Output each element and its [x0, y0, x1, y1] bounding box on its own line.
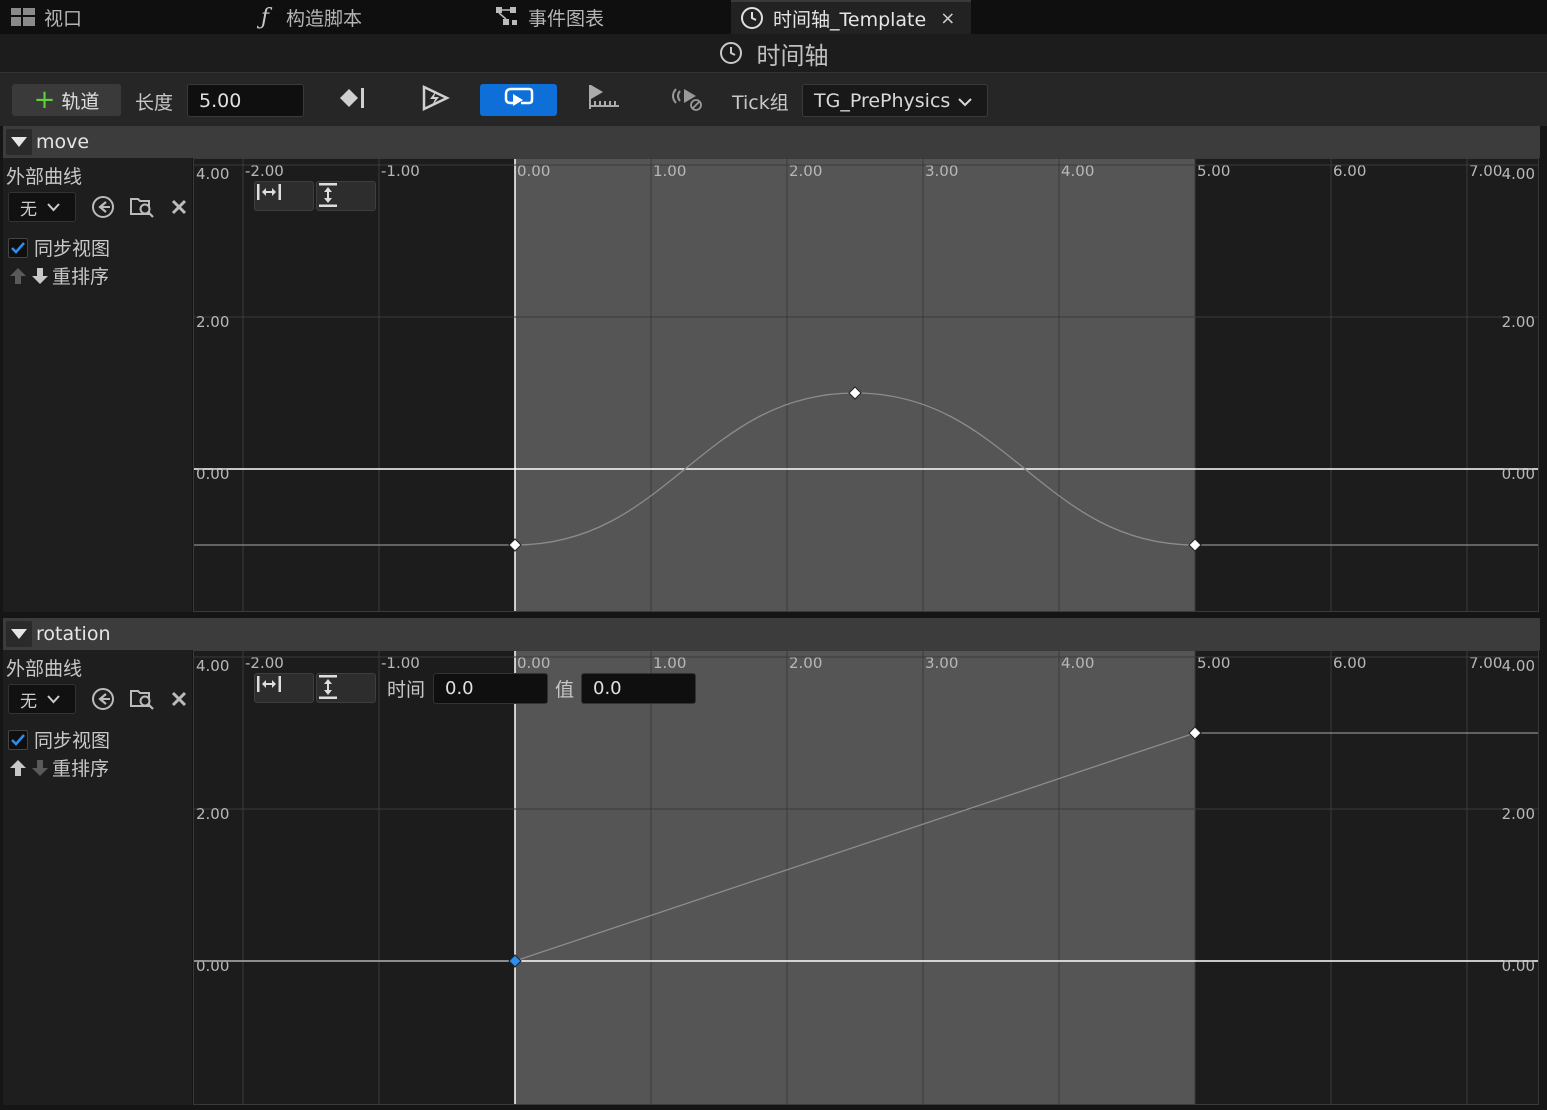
- key-value-input[interactable]: [581, 673, 696, 704]
- track-name: move: [36, 131, 90, 153]
- arrow-up-icon[interactable]: [8, 759, 28, 777]
- tick-group-select[interactable]: TG_PrePhysics: [802, 84, 988, 117]
- checkbox-checked-icon[interactable]: [8, 729, 28, 750]
- use-last-keyframe-icon: [586, 83, 620, 117]
- curve-canvas[interactable]: -2.00 -1.00 0.00 1.00 2.00 3.00 4.00 5.00 6.00 7.…: [194, 159, 1538, 611]
- add-track-button[interactable]: + 轨道: [12, 84, 121, 116]
- autoplay-icon: [420, 84, 450, 116]
- y-tick-label-left: 4.00: [196, 657, 229, 675]
- checkbox-checked-icon[interactable]: [8, 237, 28, 258]
- collapse-triangle-icon[interactable]: [6, 129, 32, 155]
- loop-icon: [503, 84, 535, 116]
- y-tick-label-right: 0.00: [1502, 957, 1535, 975]
- autoplay-button[interactable]: [412, 84, 458, 116]
- tab-event-graph[interactable]: 事件图表: [494, 0, 604, 34]
- track-header-rotation[interactable]: rotation: [3, 618, 1540, 650]
- clear-icon[interactable]: [166, 686, 192, 712]
- clock-icon: [739, 5, 765, 31]
- tab-viewport[interactable]: 视口: [10, 0, 82, 34]
- arrow-up-icon[interactable]: [8, 267, 28, 285]
- y-tick-label-left: 2.00: [196, 805, 229, 823]
- track-side-panel-rotation: 外部曲线 无 同步视图 重排序: [3, 650, 192, 1105]
- active-time-range: [515, 159, 1195, 611]
- arrow-down-icon[interactable]: [30, 267, 50, 285]
- clear-icon[interactable]: [166, 194, 192, 220]
- track-name: rotation: [36, 623, 111, 645]
- function-icon: ƒ: [260, 4, 270, 30]
- tab-construction-script-label: 构造脚本: [286, 7, 363, 30]
- sync-view-toggle[interactable]: 同步视图: [8, 234, 110, 261]
- y-tick-label-right: 4.00: [1502, 657, 1535, 675]
- y-tick-label-right: 4.00: [1502, 165, 1535, 183]
- reorder-control: 重排序: [8, 754, 109, 781]
- use-last-keyframe-button[interactable]: [580, 84, 626, 116]
- tab-timeline-template[interactable]: 时间轴_Template ×: [731, 0, 971, 34]
- timeline-toolbar: + 轨道 长度 Tick组 TG_PrePhysics: [0, 72, 1547, 126]
- curve-graph-rotation[interactable]: -2.00 -1.00 0.00 1.00 2.00 3.00 4.00 5.00 6.00 7.…: [193, 650, 1539, 1105]
- sync-view-toggle[interactable]: 同步视图: [8, 726, 110, 753]
- arrow-down-icon[interactable]: [30, 759, 50, 777]
- length-label: 长度: [135, 92, 174, 114]
- track-header-move[interactable]: move: [3, 126, 1540, 158]
- external-curve-select[interactable]: 无: [8, 684, 76, 714]
- panel-title-bar: 时间轴: [0, 34, 1547, 72]
- collapse-triangle-icon[interactable]: [6, 621, 32, 647]
- chevron-down-icon: [47, 689, 60, 709]
- track-side-panel-move: 外部曲线 无 同步视图 重排序: [3, 158, 192, 612]
- zoom-to-fit-horizontal-button[interactable]: [254, 673, 314, 703]
- loop-button[interactable]: [480, 84, 557, 116]
- tick-group-value: TG_PrePhysics: [814, 89, 951, 112]
- tab-timeline-template-label: 时间轴_Template: [773, 8, 927, 31]
- y-tick-label-left: 0.00: [196, 465, 229, 483]
- y-tick-label-left: 0.00: [196, 957, 229, 975]
- tab-bar: 视口 ƒ 构造脚本 事件图表 时间轴_Template ×: [0, 0, 1547, 34]
- zoom-to-fit-horizontal-button[interactable]: [254, 181, 314, 211]
- external-curve-select[interactable]: 无: [8, 192, 76, 222]
- use-selected-asset-icon[interactable]: [90, 686, 116, 712]
- external-curve-value: 无: [20, 691, 37, 712]
- curve-canvas[interactable]: -2.00 -1.00 0.00 1.00 2.00 3.00 4.00 5.00 6.00 7.…: [194, 651, 1538, 1104]
- tab-construction-script[interactable]: ƒ 构造脚本: [252, 0, 362, 34]
- add-track-label: 轨道: [61, 90, 100, 113]
- y-tick-label-right: 0.00: [1502, 465, 1535, 483]
- plus-icon: +: [33, 85, 56, 115]
- sync-view-label: 同步视图: [34, 238, 111, 260]
- active-time-range: [515, 651, 1195, 1104]
- length-input[interactable]: [187, 84, 304, 117]
- zoom-to-fit-vertical-button[interactable]: [316, 181, 376, 211]
- clock-icon: [719, 41, 743, 65]
- zoom-to-fit-vertical-button[interactable]: [316, 673, 376, 703]
- y-tick-label-right: 2.00: [1502, 313, 1535, 331]
- chevron-down-icon: [47, 197, 60, 217]
- curve-graph-move[interactable]: -2.00 -1.00 0.00 1.00 2.00 3.00 4.00 5.00 6.00 7.…: [193, 158, 1539, 612]
- tab-viewport-label: 视口: [44, 7, 83, 30]
- use-selected-asset-icon[interactable]: [90, 194, 116, 220]
- reorder-label: 重排序: [52, 758, 110, 780]
- external-curve-value: 无: [20, 199, 37, 220]
- browse-asset-icon[interactable]: [129, 194, 155, 220]
- close-icon[interactable]: ×: [940, 8, 955, 29]
- add-key-button[interactable]: [330, 84, 374, 116]
- event-graph-icon: [494, 4, 520, 30]
- y-tick-label-left: 2.00: [196, 313, 229, 331]
- panel-title: 时间轴: [756, 41, 829, 70]
- viewport-icon: [10, 4, 36, 30]
- tick-group-label: Tick组: [732, 92, 789, 114]
- y-tick-label-right: 2.00: [1502, 805, 1535, 823]
- external-curve-label: 外部曲线: [6, 166, 83, 188]
- key-time-input[interactable]: [433, 673, 548, 704]
- reorder-label: 重排序: [52, 266, 110, 288]
- y-tick-label-left: 4.00: [196, 165, 229, 183]
- replicated-button[interactable]: [664, 84, 710, 116]
- reorder-control: 重排序: [8, 262, 109, 289]
- tab-event-graph-label: 事件图表: [528, 7, 605, 30]
- key-time-label: 时间: [387, 679, 426, 701]
- sync-view-label: 同步视图: [34, 730, 111, 752]
- key-value-label: 值: [555, 679, 575, 701]
- external-curve-label: 外部曲线: [6, 658, 83, 680]
- replicated-icon: [670, 83, 704, 117]
- add-key-icon: [336, 85, 368, 115]
- chevron-down-icon: [958, 90, 973, 112]
- browse-asset-icon[interactable]: [129, 686, 155, 712]
